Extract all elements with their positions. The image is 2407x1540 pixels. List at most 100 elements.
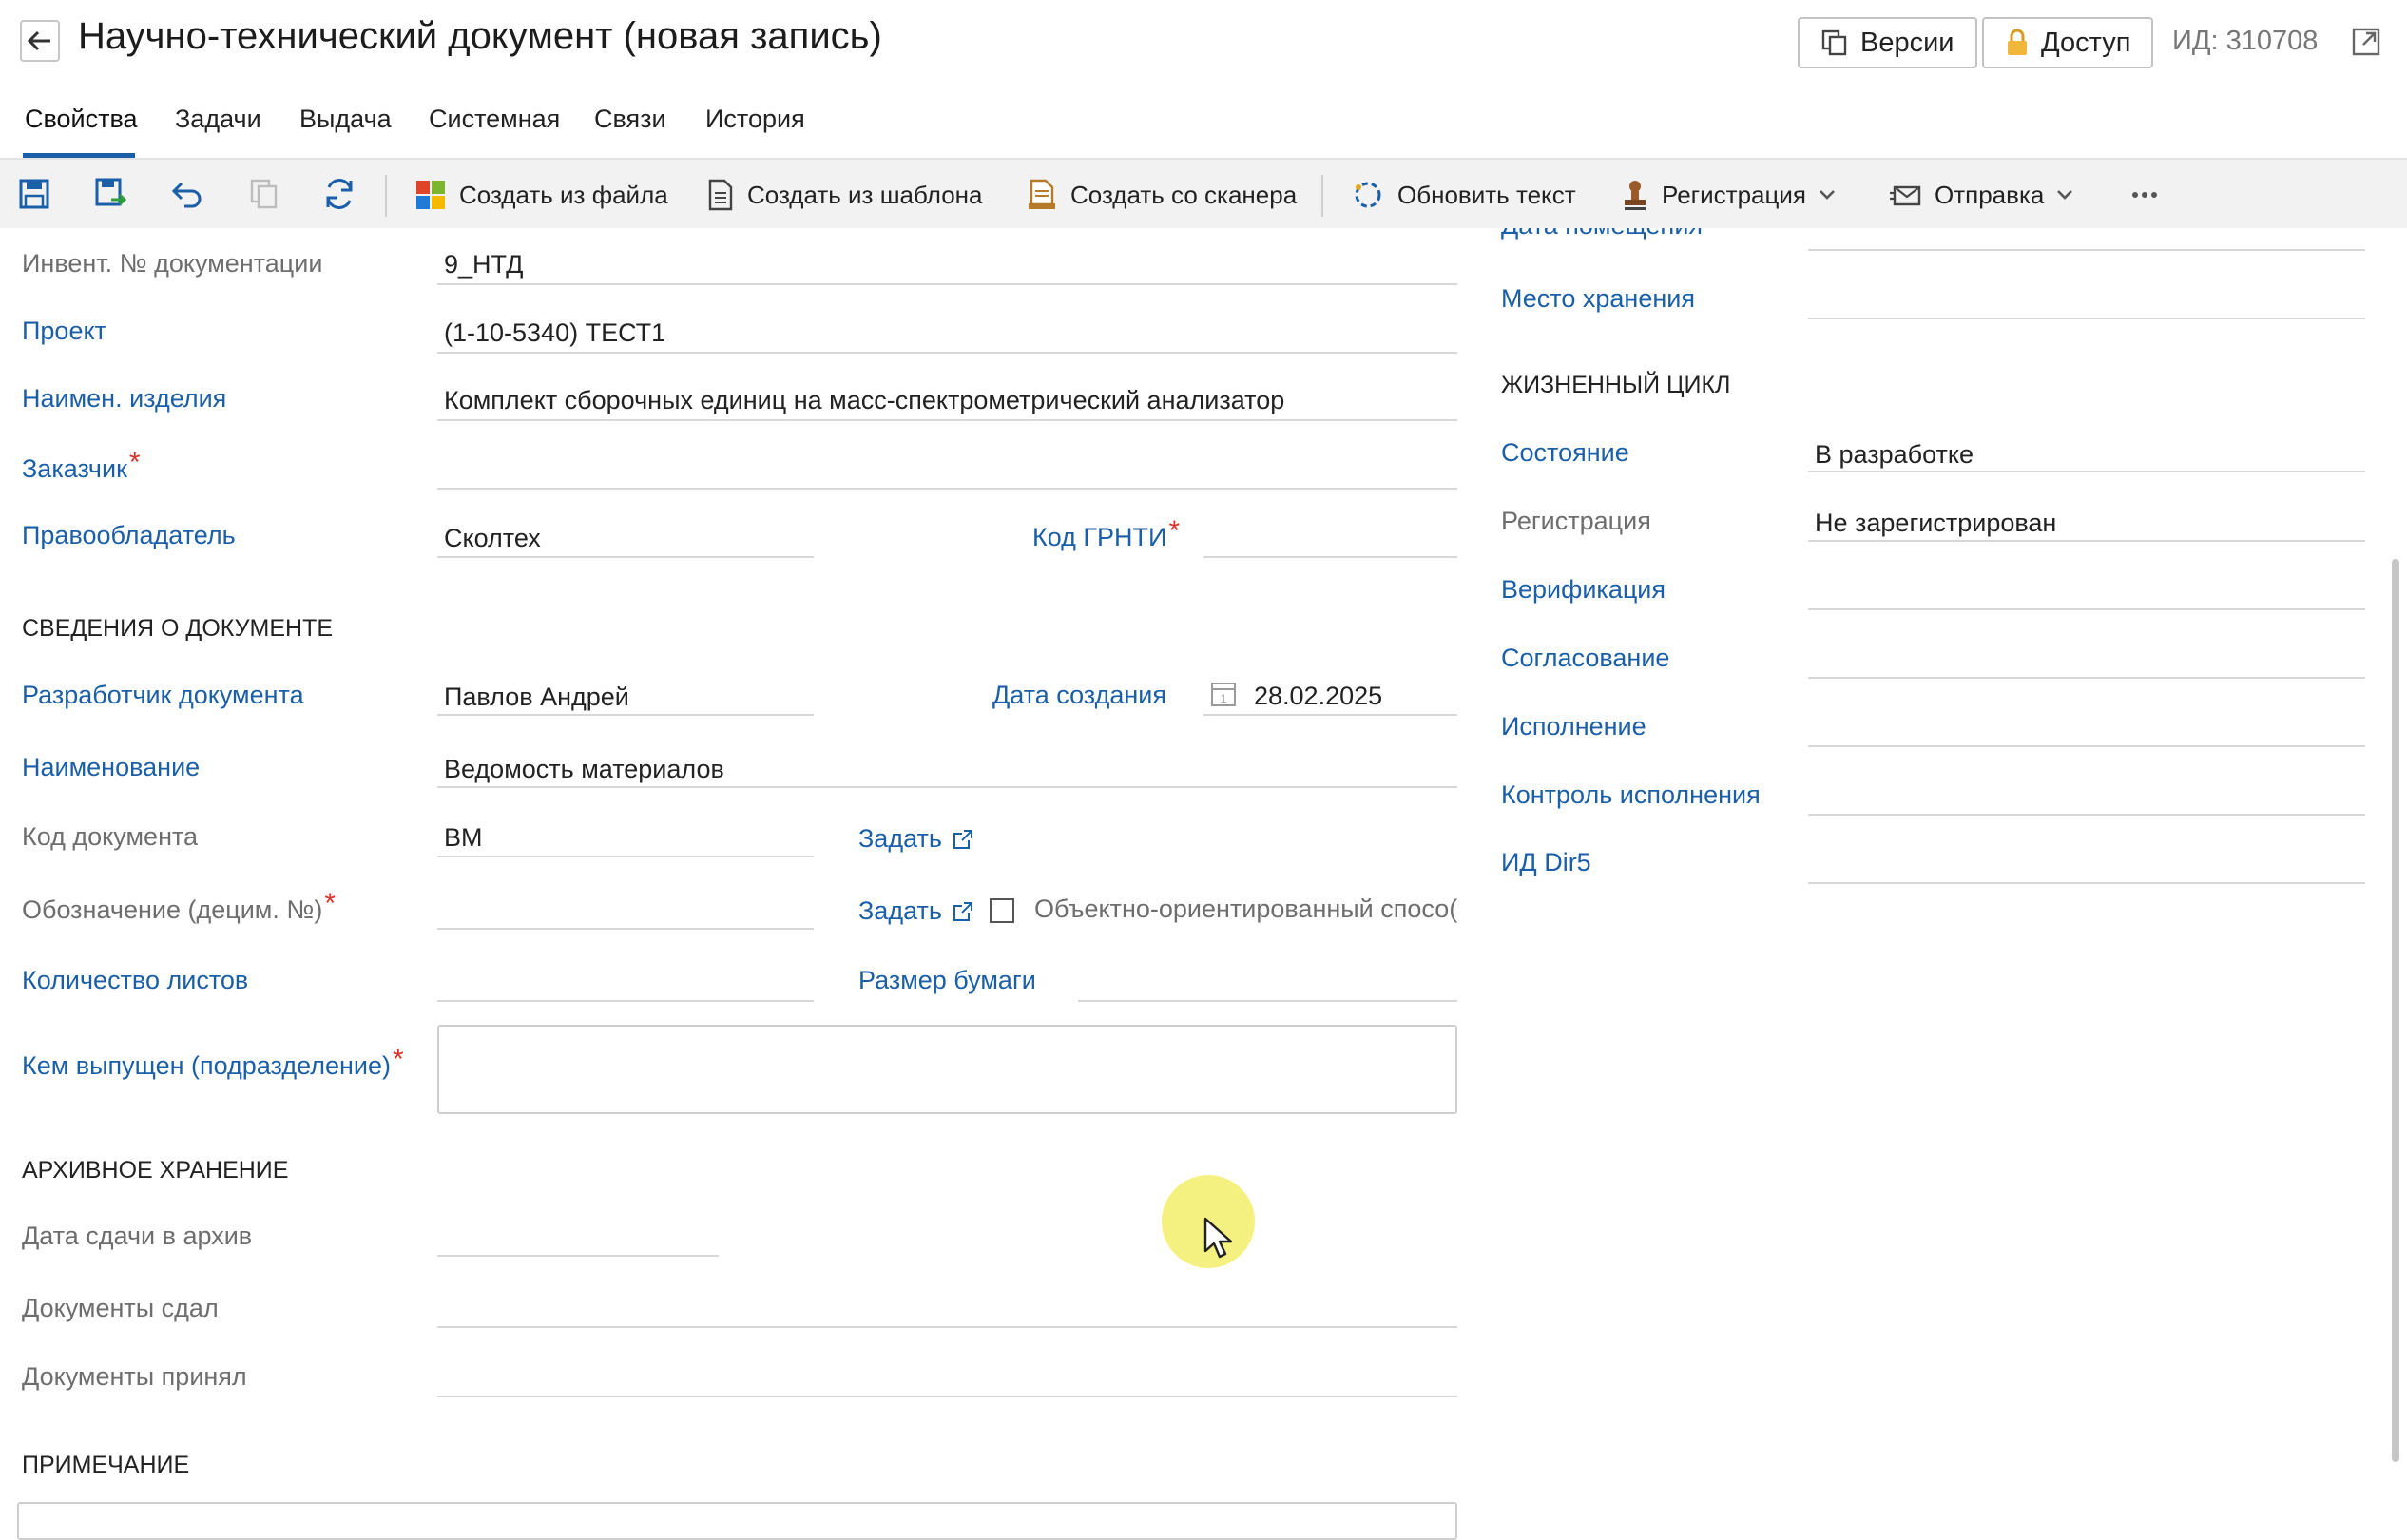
note-field[interactable]	[17, 1502, 1457, 1540]
stamp-icon	[1625, 181, 1646, 210]
create-from-scanner-button[interactable]: Создать со сканера	[1027, 177, 1297, 213]
state-field	[1808, 471, 2365, 472]
chevron-down-icon	[2057, 190, 2073, 200]
product-name-label[interactable]: Наимен. изделия	[22, 384, 226, 414]
record-id: ИД: 310708	[2172, 26, 2319, 56]
access-button[interactable]: Доступ	[1982, 17, 2154, 68]
approval-label[interactable]: Согласование	[1501, 644, 1669, 673]
send-dropdown[interactable]: Отправка	[1889, 177, 2088, 213]
rights-holder-label[interactable]: Правообладатель	[22, 521, 236, 550]
tab-issue[interactable]: Выдача	[299, 105, 392, 134]
open-link-icon	[953, 829, 972, 849]
verification-field[interactable]	[1808, 608, 2365, 610]
doc-code-value[interactable]: ВМ	[444, 823, 483, 853]
undo-icon[interactable]	[168, 175, 206, 213]
grnti-code-label[interactable]: Код ГРНТИ*	[1032, 515, 1180, 553]
doc-developer-label[interactable]: Разработчик документа	[22, 681, 304, 710]
customer-label[interactable]: Заказчик*	[22, 447, 141, 485]
registration-field-label: Регистрация	[1501, 507, 1651, 535]
project-label[interactable]: Проект	[22, 317, 106, 346]
tab-system[interactable]: Системная	[429, 105, 560, 134]
storage-place-label[interactable]: Место хранения	[1501, 284, 1695, 314]
execution-field[interactable]	[1808, 745, 2365, 747]
object-oriented-checkbox[interactable]	[990, 898, 1014, 923]
product-name-value[interactable]: Комплект сборочных единиц на масс-спектр…	[444, 386, 1284, 415]
inv-number-field	[437, 283, 1457, 285]
section-document-info: СВЕДЕНИЯ О ДОКУМЕНТЕ	[22, 615, 334, 642]
dir5-id-field[interactable]	[1808, 882, 2365, 884]
toolbar-separator	[1321, 175, 1323, 217]
execution-control-field[interactable]	[1808, 814, 2365, 816]
document-icon	[708, 179, 733, 211]
refresh-icon[interactable]	[320, 175, 358, 213]
doc-developer-value[interactable]: Павлов Андрей	[444, 683, 629, 712]
set-doc-code-link[interactable]: Задать	[858, 824, 974, 854]
tab-links[interactable]: Связи	[594, 105, 666, 134]
state-value[interactable]: В разработке	[1815, 440, 1974, 470]
versions-label: Версии	[1860, 27, 1954, 58]
create-from-template-label: Создать из шаблона	[747, 180, 983, 209]
copy-icon	[245, 175, 283, 213]
save-and-close-icon[interactable]	[92, 175, 130, 213]
placement-date-field	[1808, 249, 2365, 251]
designation-field[interactable]	[437, 928, 814, 930]
approval-field[interactable]	[1808, 677, 2365, 679]
archive-date-field[interactable]	[437, 1255, 719, 1257]
paper-size-label[interactable]: Размер бумаги	[858, 966, 1036, 995]
refresh-text-label: Обновить текст	[1397, 180, 1576, 209]
grnti-code-field[interactable]	[1204, 556, 1457, 558]
refresh-text-button[interactable]: Обновить текст	[1352, 177, 1576, 213]
mouse-cursor-icon	[1204, 1217, 1233, 1263]
create-from-template-button[interactable]: Создать из шаблона	[707, 177, 982, 213]
project-value[interactable]: (1-10-5340) ТЕСТ1	[444, 318, 665, 348]
versions-button[interactable]: Версии	[1798, 17, 1977, 68]
storage-place-field[interactable]	[1808, 318, 2365, 319]
project-field	[437, 352, 1457, 354]
open-link-icon	[953, 901, 972, 921]
issued-by-field[interactable]	[437, 1025, 1457, 1114]
creation-date-value[interactable]: 28.02.2025	[1254, 682, 1382, 711]
dir5-id-label[interactable]: ИД Dir5	[1501, 848, 1591, 877]
access-label: Доступ	[2041, 27, 2131, 58]
back-button[interactable]	[20, 20, 60, 62]
set-designation-link[interactable]: Задать	[858, 896, 974, 926]
vertical-scrollbar[interactable]	[2392, 559, 2399, 1462]
tab-properties[interactable]: Свойства	[25, 105, 138, 134]
office-icon	[416, 181, 445, 209]
rights-holder-field	[437, 556, 814, 558]
registration-field	[1808, 540, 2365, 542]
verification-label[interactable]: Верификация	[1501, 575, 1666, 605]
issued-by-label[interactable]: Кем выпущен (подразделение)*	[22, 1044, 404, 1082]
lock-icon	[2008, 29, 2027, 55]
docs-accepted-field[interactable]	[437, 1396, 1457, 1397]
create-from-file-label: Создать из файла	[459, 180, 668, 209]
versions-icon	[1821, 29, 1847, 56]
rights-holder-value[interactable]: Сколтех	[444, 524, 541, 553]
product-name-field	[437, 419, 1457, 421]
open-external-icon[interactable]	[2351, 27, 2381, 62]
send-label: Отправка	[1935, 180, 2045, 209]
tab-tasks[interactable]: Задачи	[175, 105, 261, 134]
arrow-left-icon	[28, 30, 50, 51]
paper-size-field[interactable]	[1078, 1000, 1457, 1002]
customer-field[interactable]	[437, 488, 1457, 490]
inv-number-value[interactable]: 9_НТД	[444, 250, 523, 279]
docs-handed-field[interactable]	[437, 1326, 1457, 1328]
placement-date-label[interactable]: Дата помещения	[1501, 228, 1703, 241]
doc-name-field	[437, 786, 1457, 788]
save-icon[interactable]	[15, 175, 53, 213]
registration-dropdown[interactable]: Регистрация	[1622, 177, 1850, 213]
doc-name-label[interactable]: Наименование	[22, 753, 200, 782]
create-from-file-button[interactable]: Создать из файла	[415, 177, 668, 213]
execution-label[interactable]: Исполнение	[1501, 712, 1646, 741]
sheet-count-label[interactable]: Количество листов	[22, 966, 248, 995]
section-note: ПРИМЕЧАНИЕ	[22, 1452, 190, 1478]
state-label[interactable]: Состояние	[1501, 438, 1629, 468]
more-options-icon[interactable]	[2131, 177, 2171, 213]
execution-control-label[interactable]: Контроль исполнения	[1501, 780, 1761, 810]
sheet-count-field[interactable]	[437, 1000, 814, 1002]
calendar-icon[interactable]: 1	[1209, 680, 1238, 708]
page-title: Научно-технический документ (новая запис…	[78, 15, 882, 57]
tab-history[interactable]: История	[705, 105, 805, 134]
doc-name-value[interactable]: Ведомость материалов	[444, 755, 724, 784]
